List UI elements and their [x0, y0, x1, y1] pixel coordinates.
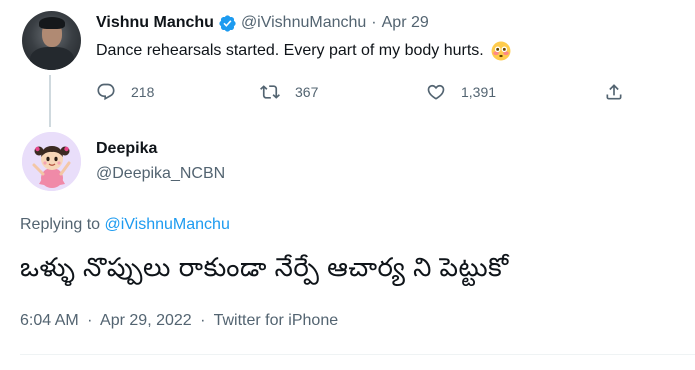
heart-icon	[427, 84, 445, 100]
cartoon-girl-avatar-icon	[22, 132, 81, 191]
tweet-time-link[interactable]: 6:04 AM	[20, 312, 79, 329]
author-handle[interactable]: @iVishnuManchu	[241, 14, 366, 32]
retweet-icon	[260, 85, 280, 99]
replying-mention-link[interactable]: @iVishnuManchu	[105, 216, 230, 233]
like-count: 1,391	[461, 84, 497, 100]
avatar-hair-shape	[39, 17, 65, 29]
tweet-text: ఒళ్ళు నొప్పులు రాకుండా నేర్పే ఆచార్య ని …	[20, 252, 509, 282]
avatar-body-shape	[30, 47, 74, 70]
tweet-date-link[interactable]: Apr 29, 2022	[100, 312, 192, 329]
replying-label: Replying to	[20, 216, 101, 233]
retweet-count: 367	[295, 84, 319, 100]
avatar[interactable]	[22, 11, 81, 70]
reply-button[interactable]: 218	[96, 80, 154, 104]
reply-count: 218	[131, 84, 155, 100]
author-name[interactable]: Deepika	[96, 140, 157, 158]
tweet-date-link[interactable]: Apr 29	[382, 14, 429, 32]
tweet-source-link[interactable]: Twitter for iPhone	[214, 312, 339, 329]
author-name[interactable]: Vishnu Manchu	[96, 14, 214, 32]
tweet-actions: 218 367 1,391	[96, 80, 636, 104]
verified-badge-icon	[219, 14, 236, 32]
replying-to: Replying to @iVishnuManchu	[20, 216, 230, 234]
separator-dot: ·	[200, 312, 206, 329]
tweet-meta: 6:04 AM · Apr 29, 2022 · Twitter for iPh…	[20, 312, 338, 330]
parent-tweet[interactable]: Vishnu Manchu @iVishnuManchu · Apr 29 Da…	[0, 0, 695, 127]
tweet-text-content: Dance rehearsals started. Every part of …	[96, 42, 484, 59]
share-icon	[606, 84, 622, 100]
separator-dot: ·	[371, 14, 377, 31]
flushed-face-emoji-icon	[491, 41, 511, 61]
main-tweet: Deepika @Deepika_NCBN Replying to @iVish…	[0, 120, 695, 370]
author-handle[interactable]: @Deepika_NCBN	[96, 165, 225, 183]
separator-dot: ·	[87, 312, 93, 329]
divider	[20, 354, 695, 355]
tweet-text: Dance rehearsals started. Every part of …	[96, 41, 511, 61]
reply-icon	[97, 83, 115, 101]
retweet-button[interactable]: 367	[260, 80, 318, 104]
avatar[interactable]	[22, 132, 81, 191]
share-button[interactable]	[604, 80, 624, 104]
like-button[interactable]: 1,391	[426, 80, 496, 104]
tweet-header: Vishnu Manchu @iVishnuManchu · Apr 29	[96, 12, 429, 34]
